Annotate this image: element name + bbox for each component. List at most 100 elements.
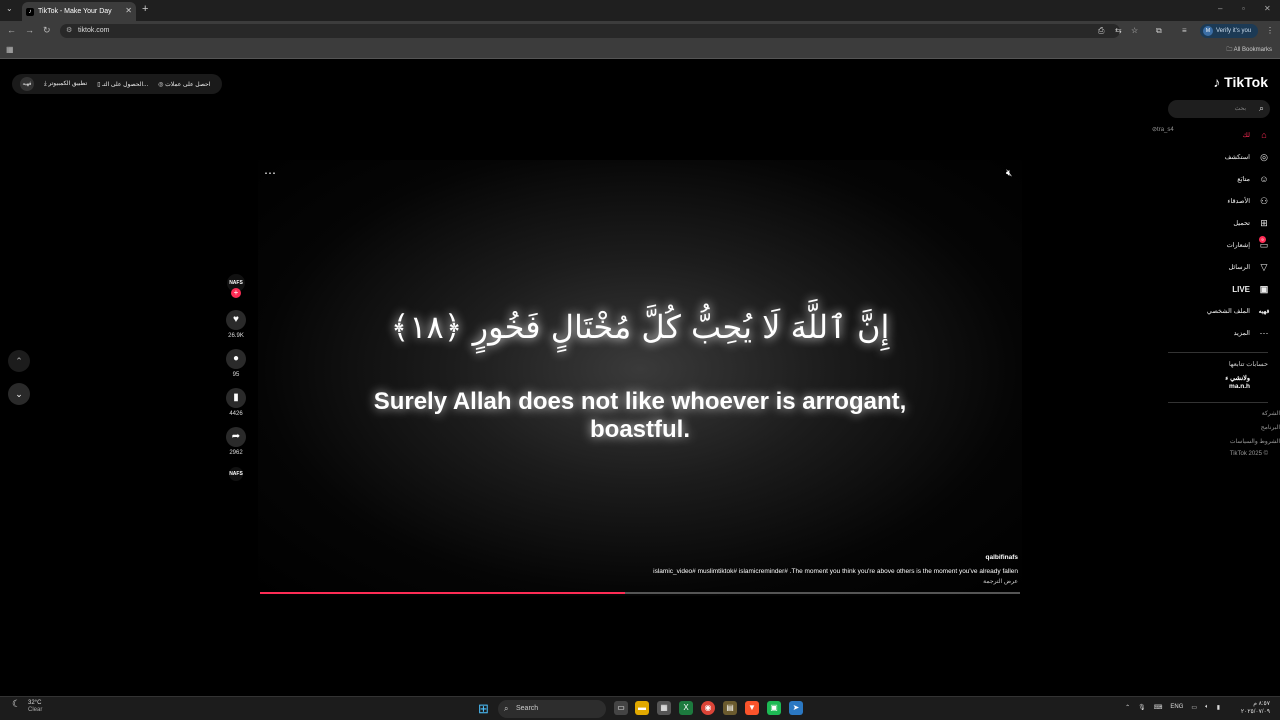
tiktok-logo[interactable]: ♪ TikTok bbox=[1213, 74, 1268, 90]
window-close-icon[interactable]: ✕ bbox=[1264, 4, 1271, 13]
browser-tab[interactable]: ♪ TikTok - Make Your Day ✕ bbox=[22, 2, 136, 21]
search-input[interactable]: بحث ⌕ bbox=[1168, 100, 1270, 118]
apps-grid-icon[interactable]: ▦ bbox=[6, 45, 14, 54]
notepad-app-icon[interactable]: ▤ bbox=[723, 701, 737, 715]
desktop-app-button[interactable]: ⤓ تطبيق الكمبيوتر bbox=[44, 80, 87, 88]
video-progress-fill bbox=[260, 592, 625, 594]
muted-speaker-icon[interactable]: 🔇︎ bbox=[1006, 168, 1012, 179]
video-progress-bar[interactable] bbox=[260, 592, 1020, 594]
brave-icon[interactable]: ▼ bbox=[745, 701, 759, 715]
sidebar-item-friends[interactable]: الأصدقاء ⚇ bbox=[1227, 194, 1270, 208]
search-icon: ⌕ bbox=[504, 704, 509, 713]
footer-terms-link[interactable]: الشروط والسياسات bbox=[1230, 438, 1280, 445]
new-tab-icon[interactable]: + bbox=[142, 3, 148, 15]
footer-program-link[interactable]: البرنامج bbox=[1261, 424, 1280, 431]
sidebar-item-label: تحميل bbox=[1233, 220, 1250, 227]
sidebar-item-profile[interactable]: الملف الشخصي فهيه bbox=[1207, 304, 1270, 318]
keyboard-icon[interactable]: ⌨ bbox=[1154, 704, 1163, 711]
back-icon[interactable]: ← bbox=[7, 25, 16, 35]
user-avatar[interactable]: فهيه bbox=[20, 77, 34, 91]
chevron-up-icon[interactable]: ⌃ bbox=[1125, 704, 1130, 711]
volume-icon[interactable]: 🔈︎ bbox=[1205, 704, 1209, 711]
file-explorer-icon[interactable]: ▬ bbox=[635, 701, 649, 715]
bookmark-star-icon[interactable]: ☆ bbox=[1131, 26, 1138, 35]
forward-icon[interactable]: → bbox=[25, 25, 34, 35]
browser-menu-icon[interactable]: ⋮ bbox=[1266, 26, 1274, 35]
like-action[interactable]: ♥ 26.9K bbox=[222, 310, 250, 339]
reload-icon[interactable]: ↻ bbox=[43, 25, 51, 36]
windows-start-icon[interactable]: ⊞ bbox=[478, 701, 489, 717]
sidebar-item-for-you[interactable]: ﻟﻚ ⌂ bbox=[1243, 128, 1270, 142]
see-translation-link[interactable]: عرض الترجمة bbox=[983, 578, 1018, 585]
excel-icon[interactable]: X bbox=[679, 701, 693, 715]
close-tab-icon[interactable]: ✕ bbox=[125, 6, 132, 15]
bookmarks-bar: ▦ 🗀 All Bookmarks bbox=[0, 41, 1280, 59]
clock-date: ٢٠٢٥/٠٧/٠٩ bbox=[1240, 709, 1270, 715]
sidebar-item-explore[interactable]: استكشف ◎ bbox=[1225, 150, 1270, 164]
taskbar-clock[interactable]: ٨:٥٧ م ٢٠٢٥/٠٧/٠٩ bbox=[1241, 700, 1270, 716]
minimize-icon[interactable]: – bbox=[1218, 4, 1222, 13]
share-action[interactable]: ➦ 2962 bbox=[222, 427, 250, 456]
live-user-indicator[interactable]: ⊘tra_s4 bbox=[1152, 126, 1174, 133]
network-icon[interactable]: ▭ bbox=[1191, 704, 1197, 711]
language-indicator[interactable]: ENG bbox=[1170, 704, 1183, 711]
task-view-icon[interactable]: ▭ bbox=[614, 701, 628, 715]
weather-widget[interactable]: ☾ 32°C Clear bbox=[12, 700, 42, 714]
save-count: 4426 bbox=[229, 411, 243, 417]
following-account[interactable]: ﻭﻻﻧﺸﻲ ﺀ ma.n.h bbox=[1225, 375, 1250, 391]
video-author[interactable]: qalbifinafs bbox=[985, 554, 1018, 561]
weather-desc: Clear bbox=[28, 707, 43, 713]
save-action[interactable]: ▮ 4426 bbox=[222, 388, 250, 417]
heart-icon[interactable]: ♥ bbox=[226, 310, 246, 330]
share-icon[interactable]: ➦ bbox=[226, 427, 246, 447]
extensions-icon[interactable]: ⧉ bbox=[1156, 26, 1162, 36]
comment-count: 95 bbox=[232, 372, 240, 378]
tab-search-icon[interactable]: ⌄ bbox=[6, 4, 13, 13]
footer-company-link[interactable]: الشركة bbox=[1262, 410, 1280, 417]
store-app-icon[interactable]: ▣ bbox=[767, 701, 781, 715]
site-info-icon[interactable]: ⚙ bbox=[66, 24, 72, 38]
creator-avatar-group[interactable]: NAFS + bbox=[222, 274, 250, 298]
browser-tab-bar: ⌄ ♪ TikTok - Make Your Day ✕ + – ▫ ✕ bbox=[0, 0, 1280, 21]
video-english-subtitle: Surely Allah does not like whoever is ar… bbox=[373, 388, 907, 443]
verify-button[interactable]: M Verify it's you bbox=[1200, 24, 1258, 38]
following-accounts-title: حسابات تتابعها bbox=[1228, 361, 1268, 368]
like-count: 26.9K bbox=[228, 333, 244, 339]
sidebar-item-more[interactable]: المزيد ⋯ bbox=[1234, 326, 1270, 340]
maximize-icon[interactable]: ▫ bbox=[1242, 4, 1245, 13]
comment-action[interactable]: ● 95 bbox=[222, 349, 250, 378]
verify-label: Verify it's you bbox=[1216, 28, 1252, 34]
get-coins-button[interactable]: ◎ احصل على عملات bbox=[158, 81, 210, 88]
search-placeholder: بحث bbox=[1234, 106, 1246, 112]
sidebar-item-label: استكشف bbox=[1224, 154, 1250, 161]
install-app-icon[interactable]: ⎙ bbox=[1098, 26, 1104, 36]
comment-icon[interactable]: ● bbox=[226, 349, 246, 369]
sidebar-item-label: ﻟﻚ bbox=[1242, 132, 1250, 139]
more-options-icon[interactable]: ⋯ bbox=[264, 166, 276, 180]
bookmark-icon[interactable]: ▮ bbox=[226, 388, 246, 408]
battery-icon[interactable]: ▮ bbox=[1217, 704, 1220, 711]
sound-action[interactable]: NAFS bbox=[222, 467, 250, 481]
telegram-icon[interactable]: ➤ bbox=[789, 701, 803, 715]
translate-icon[interactable]: ⇆ bbox=[1115, 26, 1122, 35]
microphone-icon[interactable]: 🎙︎ bbox=[1138, 704, 1146, 711]
sound-avatar[interactable]: NAFS bbox=[229, 467, 243, 481]
sidebar-item-live[interactable]: LIVE ▣ bbox=[1232, 282, 1270, 296]
all-bookmarks-button[interactable]: 🗀 All Bookmarks bbox=[1226, 45, 1272, 55]
sidebar-item-messages[interactable]: الرسائل ▽ bbox=[1228, 260, 1270, 274]
reading-list-icon[interactable]: ≡ bbox=[1182, 26, 1187, 35]
search-icon[interactable]: ⌕ bbox=[1259, 103, 1264, 114]
sidebar-divider bbox=[1168, 402, 1268, 403]
url-field[interactable]: ⚙ tiktok.com bbox=[60, 24, 1120, 38]
system-tray: ⌃ 🎙︎ ⌨ ENG ▭ 🔈︎ ▮ bbox=[1125, 704, 1220, 711]
sidebar-item-following[interactable]: متابَع ☺ bbox=[1237, 172, 1270, 186]
video-player[interactable] bbox=[258, 160, 1022, 596]
tiktok-page: فهيه ⤓ تطبيق الكمبيوتر ▯ الحصول على التـ… bbox=[0, 60, 1280, 696]
chrome-icon[interactable]: ◉ bbox=[701, 701, 715, 715]
get-app-button[interactable]: ▯ الحصول على التـ... bbox=[97, 81, 148, 88]
sidebar-item-upload[interactable]: تحميل ⊞ bbox=[1233, 216, 1270, 230]
taskbar-search[interactable]: ⌕ Search bbox=[498, 700, 606, 718]
calendar-app-icon[interactable]: ▦ bbox=[657, 701, 671, 715]
previous-video-chevron-up-icon[interactable]: ⌃ bbox=[8, 350, 30, 372]
next-video-chevron-down-icon[interactable]: ⌄ bbox=[8, 383, 30, 405]
